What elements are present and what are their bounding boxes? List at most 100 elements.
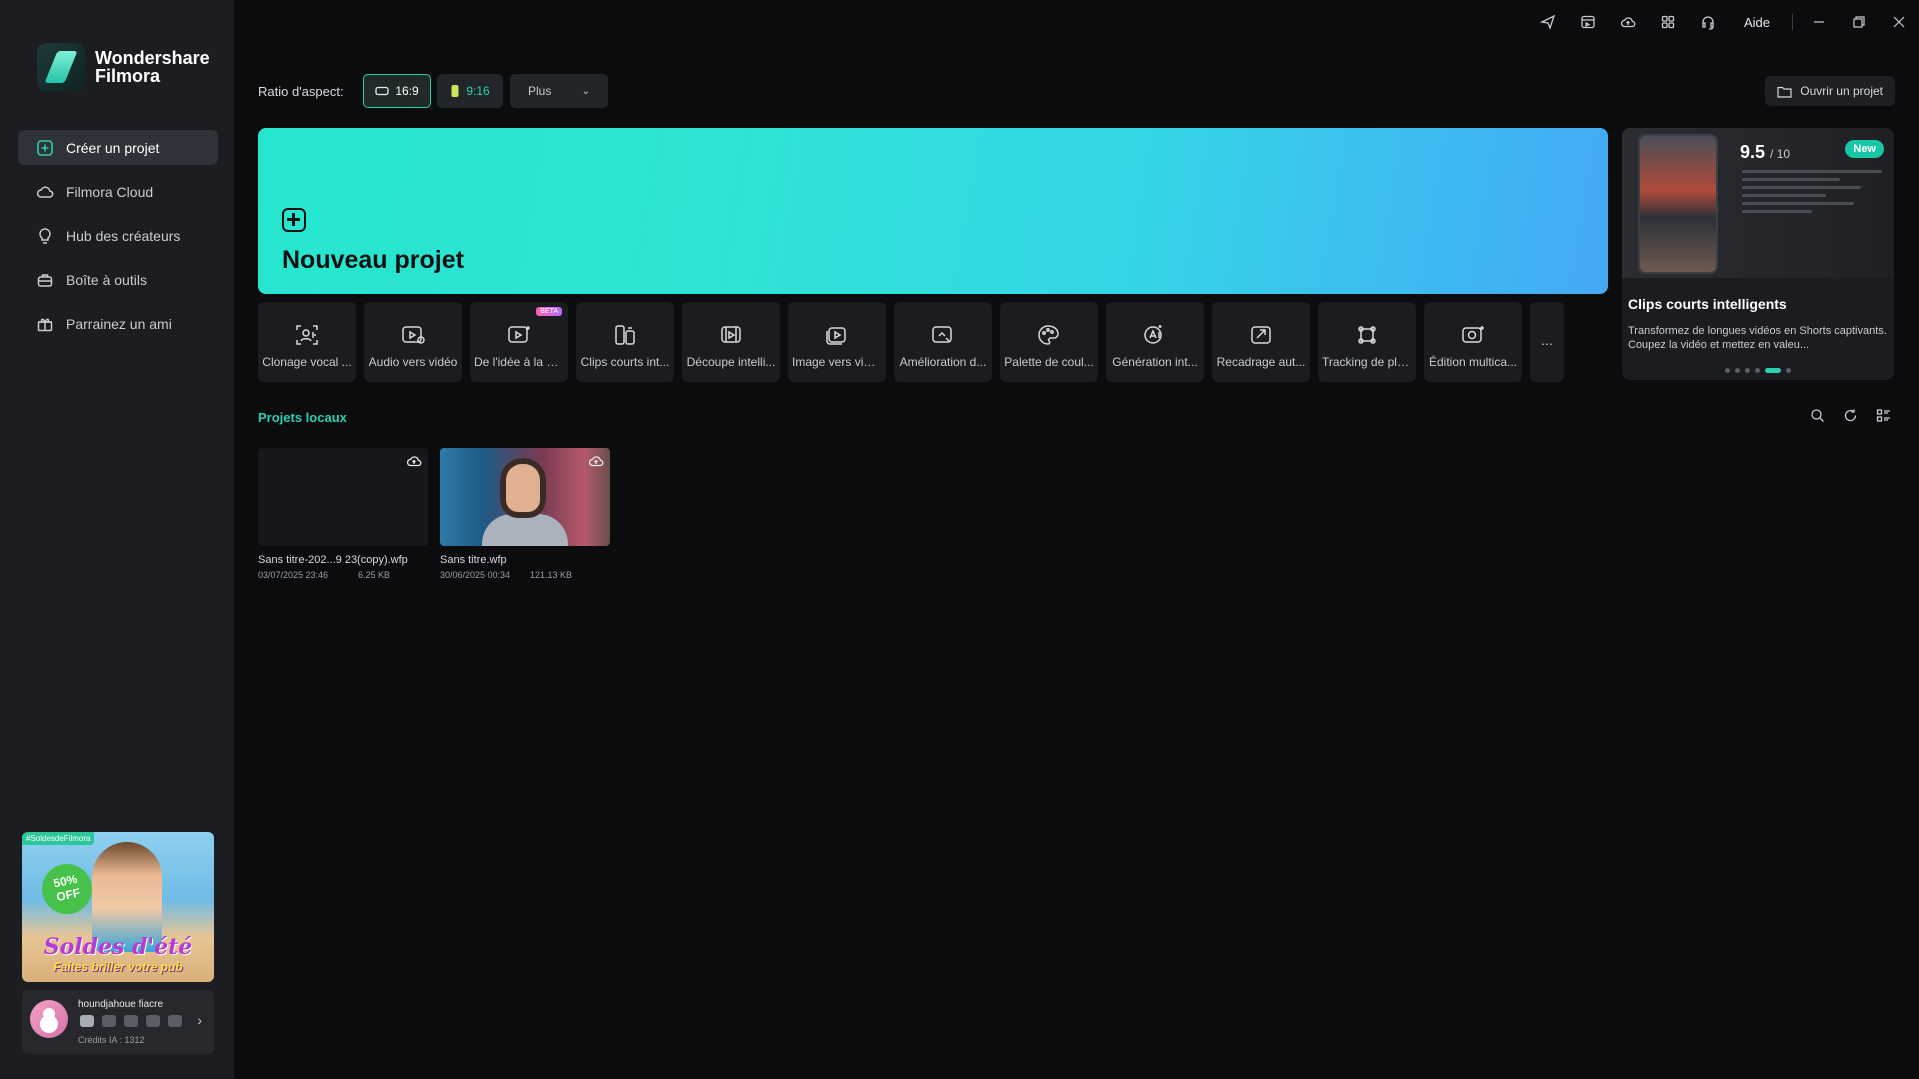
feature-audio-to-video[interactable]: Audio vers vidéo (364, 302, 462, 382)
feature-short-clips[interactable]: Clips courts int... (576, 302, 674, 382)
badge-icon (146, 1015, 160, 1027)
close-icon[interactable] (1879, 14, 1919, 30)
promo-banner[interactable]: #SoldesdeFilmora 50% OFF Soldes d'été Fa… (22, 832, 214, 982)
feature-image-to-video[interactable]: Image vers vidéo (788, 302, 886, 382)
project-meta: 30/06/2025 00:34 121.13 KB (440, 570, 572, 580)
promo-subtitle: Faites briller votre pub (53, 960, 183, 974)
badge-icon (80, 1015, 94, 1027)
chevron-right-icon[interactable]: › (197, 1012, 202, 1028)
project-size: 121.13 KB (529, 570, 572, 580)
highlight-description: Transformez de longues vidéos en Shorts … (1628, 325, 1887, 351)
project-date: 03/07/2025 23:46 (258, 570, 329, 580)
project-card[interactable]: Sans titre-202...9 23(copy).wfp 03/07/20… (258, 448, 428, 580)
feature-label: Découpe intelli... (686, 355, 776, 369)
badge-icon (124, 1015, 138, 1027)
cloud-upload-icon[interactable] (1608, 14, 1648, 30)
pager-dot[interactable] (1786, 368, 1791, 373)
toolbox-icon (37, 273, 53, 287)
phone-preview (1638, 134, 1718, 274)
short-clips-icon (615, 325, 635, 345)
color-palette-icon (1038, 325, 1059, 345)
pager-dot[interactable] (1745, 368, 1750, 373)
project-name: Sans titre-202...9 23(copy).wfp (258, 554, 408, 566)
local-projects-tools (1810, 408, 1891, 423)
ai-credits: Crédits IA : 1312 (78, 1035, 145, 1045)
project-name: Sans titre.wfp (440, 554, 507, 566)
minimize-icon[interactable] (1799, 14, 1839, 30)
feature-color-palette[interactable]: Palette de coul... (1000, 302, 1098, 382)
apps-grid-icon[interactable] (1648, 14, 1688, 30)
pager-dot[interactable] (1735, 368, 1740, 373)
new-project-button[interactable]: Nouveau projet (258, 128, 1608, 294)
feature-label: Amélioration d... (899, 355, 987, 369)
send-icon[interactable] (1528, 14, 1568, 30)
help-menu[interactable]: Aide (1728, 15, 1786, 30)
feature-label: Génération int... (1112, 355, 1198, 369)
cloud-upload-icon[interactable] (588, 453, 604, 469)
search-icon[interactable] (1810, 408, 1825, 423)
pager-dot[interactable] (1725, 368, 1730, 373)
feature-label: Clips courts int... (580, 355, 670, 369)
open-project-button[interactable]: Ouvrir un projet (1765, 76, 1895, 106)
sidebar-item-create-project[interactable]: Créer un projet (18, 130, 218, 165)
feature-multicam[interactable]: Édition multica... (1424, 302, 1522, 382)
promo-title: Soldes d'été (43, 934, 193, 960)
feature-motion-tracking[interactable]: Tracking de plans (1318, 302, 1416, 382)
feature-enhance[interactable]: Amélioration d... (894, 302, 992, 382)
sidebar-item-toolbox[interactable]: Boîte à outils (18, 262, 218, 297)
media-icon[interactable] (1568, 14, 1608, 30)
audio-to-video-icon (402, 326, 425, 344)
feature-ai-generation[interactable]: Génération int... (1106, 302, 1204, 382)
list-view-icon[interactable] (1876, 408, 1891, 423)
brand-line-1: Wondershare (95, 48, 210, 68)
badge-icon (102, 1015, 116, 1027)
tracking-icon (1358, 326, 1376, 344)
aspect-more-dropdown[interactable]: Plus ⌄ (510, 74, 608, 108)
headset-icon[interactable] (1688, 14, 1728, 30)
sidebar-item-filmora-cloud[interactable]: Filmora Cloud (18, 174, 218, 209)
more-features-button[interactable]: ... (1530, 302, 1564, 382)
new-project-label: Nouveau projet (282, 246, 464, 274)
pager-dot[interactable] (1755, 368, 1760, 373)
rating-score: 9.5 / 10 (1740, 142, 1790, 163)
titlebar: Aide (1528, 12, 1919, 32)
image-to-video-icon (826, 327, 846, 345)
feature-smart-cut[interactable]: Découpe intelli... (682, 302, 780, 382)
restore-icon[interactable] (1839, 14, 1879, 30)
sidebar: Wondershare Filmora Créer un projet Film… (0, 0, 234, 1079)
aspect-9-16-button[interactable]: 9:16 (437, 74, 503, 108)
cloud-icon (36, 185, 54, 198)
aspect-16-9-button[interactable]: 16:9 (363, 74, 431, 108)
feature-auto-reframe[interactable]: Recadrage aut... (1212, 302, 1310, 382)
user-badges (80, 1015, 182, 1027)
feature-label: Clonage vocal ... (262, 355, 352, 369)
aspect-9-16-label: 9:16 (466, 84, 490, 98)
feature-highlight-card[interactable]: 9.5 / 10 New Clips courts intelligents T… (1622, 128, 1894, 380)
project-card[interactable]: Sans titre.wfp 30/06/2025 00:34 121.13 K… (440, 448, 610, 580)
sidebar-item-creator-hub[interactable]: Hub des créateurs (18, 218, 218, 253)
chevron-down-icon: ⌄ (581, 85, 590, 97)
highlight-title: Clips courts intelligents (1628, 296, 1787, 312)
rating-max: / 10 (1770, 147, 1791, 161)
feature-label: Édition multica... (1428, 355, 1518, 369)
idea-to-video-icon (508, 326, 530, 343)
local-projects-title: Projets locaux (258, 410, 347, 425)
plus-square-icon (282, 208, 306, 232)
refresh-icon[interactable] (1843, 408, 1858, 423)
beta-badge: BETA (536, 307, 562, 316)
carousel-pager (1725, 368, 1791, 373)
feature-idea-to-video[interactable]: BETA De l'idée à la vi... (470, 302, 568, 382)
gift-icon (37, 318, 53, 331)
sidebar-item-label: Hub des créateurs (66, 227, 181, 244)
aspect-16-9-label: 16:9 (395, 84, 419, 98)
promo-discount-badge: 50% OFF (37, 859, 97, 919)
project-size: 6.25 KB (357, 570, 390, 580)
sidebar-item-refer-friend[interactable]: Parrainez un ami (18, 306, 218, 341)
filmora-logo-icon (37, 43, 85, 91)
user-card[interactable]: houndjahoue fiacre Crédits IA : 1312 › (22, 990, 214, 1054)
pager-dot-active[interactable] (1765, 368, 1781, 373)
feature-voice-clone[interactable]: Clonage vocal ... (258, 302, 356, 382)
cloud-upload-icon[interactable] (406, 453, 422, 469)
feature-strip: Clonage vocal ... Audio vers vidéo BETA … (258, 302, 1564, 382)
brand-name: Wondershare Filmora (95, 49, 210, 85)
